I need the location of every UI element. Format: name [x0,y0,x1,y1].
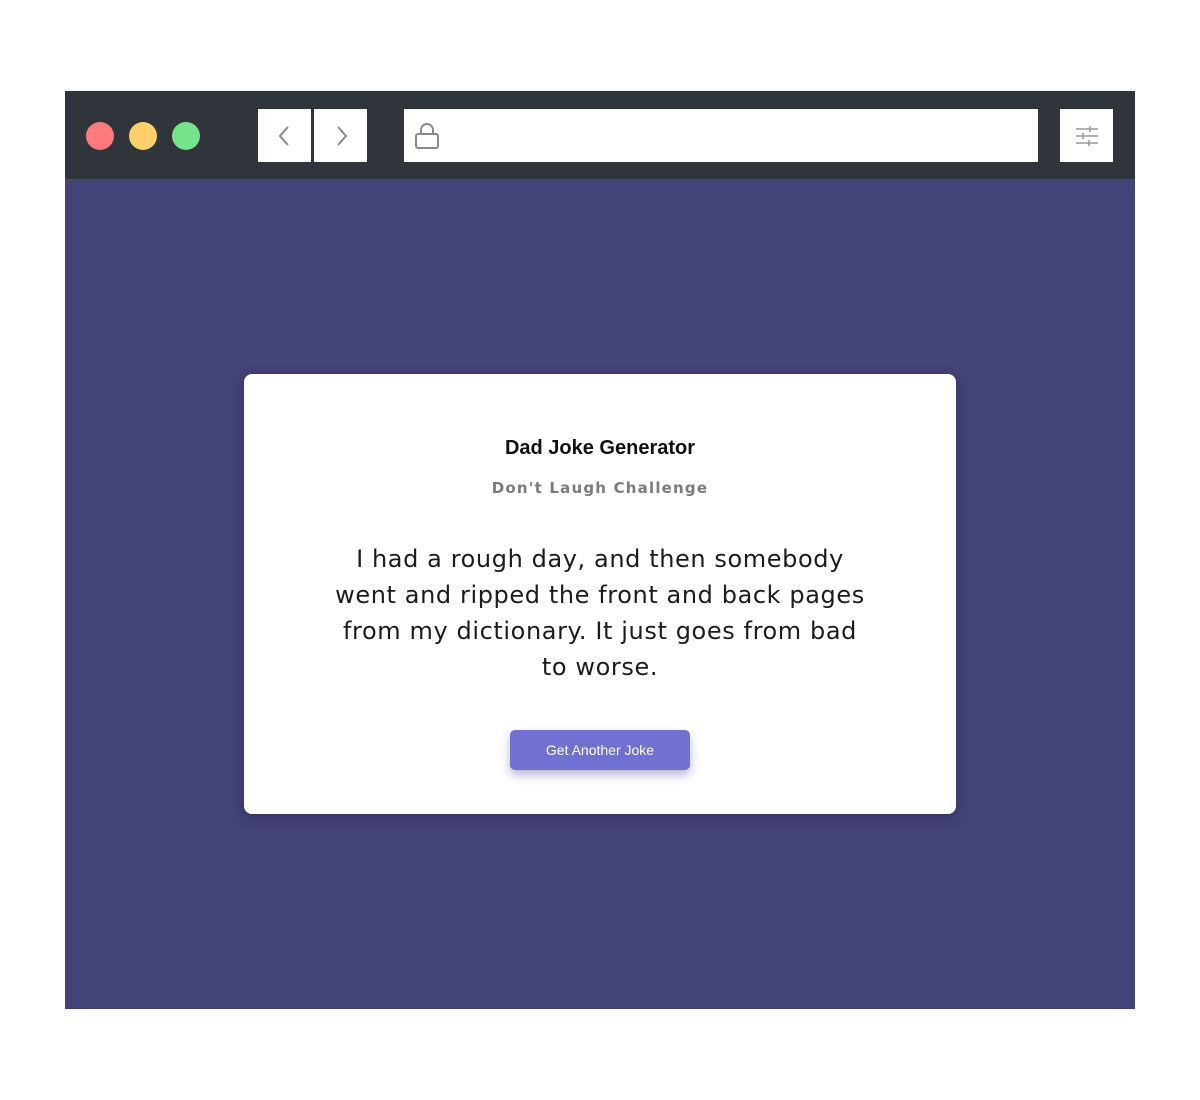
forward-arrow-icon [336,125,347,146]
sliders-icon [1075,125,1098,146]
joke-card: Dad Joke Generator Don't Laugh Challenge… [244,374,956,814]
maximize-window-button[interactable] [172,122,200,150]
get-another-joke-button[interactable]: Get Another Joke [510,730,690,770]
settings-button[interactable] [1060,109,1113,162]
address-bar[interactable] [404,109,1038,162]
forward-button[interactable] [314,109,367,162]
minimize-window-button[interactable] [129,122,157,150]
joke-text: I had a rough day, and then somebody wen… [335,545,865,681]
lock-icon [415,122,439,149]
url-input[interactable] [448,114,1038,157]
app-subtitle: Don't Laugh Challenge [491,479,709,497]
browser-toolbar [65,91,1135,180]
close-window-button[interactable] [86,122,114,150]
browser-window: Dad Joke Generator Don't Laugh Challenge… [65,91,1135,1009]
back-arrow-icon [278,125,289,146]
back-button[interactable] [258,109,311,162]
app-title: Dad Joke Generator [504,437,696,459]
